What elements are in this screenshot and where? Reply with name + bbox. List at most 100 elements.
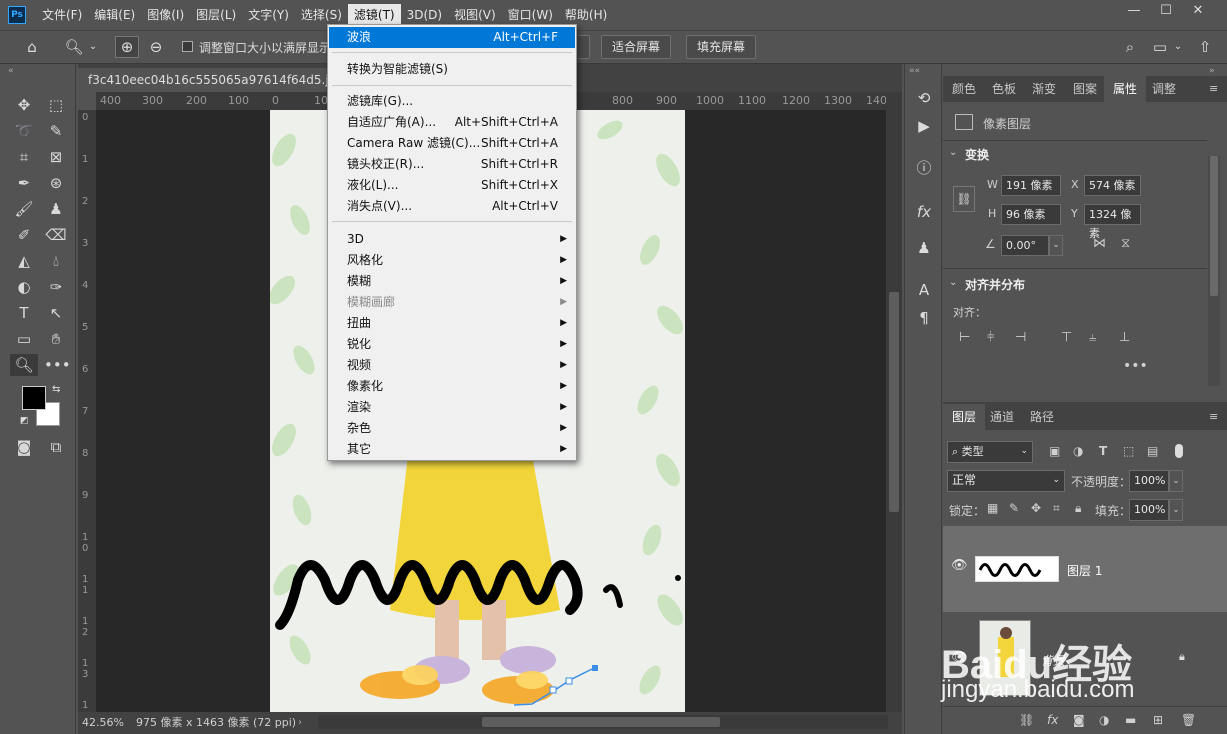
properties-scrollbar[interactable] [1208,156,1220,386]
info-panel-icon[interactable]: ⓘ [913,158,935,178]
layer-row[interactable]: 👁︎ 图层 1 [943,526,1227,612]
align-bottom-icon[interactable]: ⊥ [1119,330,1130,345]
brush-tool-icon[interactable]: 🖌︎ [12,198,36,220]
fill-dropdown-icon[interactable]: ⌄ [1169,499,1183,521]
menu-item-video[interactable]: 视频 ▶ [329,355,575,376]
paragraph-panel-icon[interactable]: ¶ [913,308,935,328]
lock-all-icon[interactable]: 🔒︎ [1075,501,1081,516]
filter-pixel-icon[interactable]: ▣ [1049,444,1060,458]
angle-field[interactable]: 0.00° [1001,235,1049,256]
path-select-tool-icon[interactable]: ↖ [44,302,68,324]
menu-item-3d[interactable]: 3D ▶ [329,229,575,250]
menu-item-lens-correction[interactable]: 镜头校正(R)... Shift+Ctrl+R [329,154,575,175]
quick-select-tool-icon[interactable]: ✎ [44,120,68,142]
layers-menu-icon[interactable]: ≡ [1209,410,1218,423]
menu-file[interactable]: 文件(F) [36,4,88,26]
quick-mask-icon[interactable]: ◙ [12,436,36,458]
resize-window-checkbox[interactable] [182,41,193,52]
tab-channels[interactable]: 通道 [981,404,1023,430]
add-mask-icon[interactable]: ◙ [1073,713,1085,727]
x-field[interactable]: 574 像素 [1084,175,1141,196]
menu-edit[interactable]: 编辑(E) [88,4,141,26]
more-tools-icon[interactable]: ••• [44,354,71,376]
tab-paths[interactable]: 路径 [1021,404,1063,430]
menu-image[interactable]: 图像(I) [141,4,190,26]
opacity-dropdown-icon[interactable]: ⌄ [1169,470,1183,492]
delete-layer-icon[interactable]: 🗑︎ [1181,713,1196,727]
swap-colors-icon[interactable]: ⇆ [52,384,60,395]
chevron-down-icon[interactable]: ⌄ [86,37,100,57]
eraser-tool-icon[interactable]: ⌫ [44,224,68,246]
search-icon[interactable]: ⌕ [1120,37,1140,57]
vertical-scrollbar[interactable] [886,92,902,712]
properties-scroll-thumb[interactable] [1210,156,1218,296]
blur-tool-icon[interactable]: 💧︎ [44,250,68,272]
new-adjustment-icon[interactable]: ◑ [1099,713,1109,727]
patch-tool-icon[interactable]: ⊛ [44,172,68,194]
opacity-field[interactable]: 100% [1129,470,1169,492]
minimize-button[interactable]: — [1118,0,1150,22]
new-group-icon[interactable]: ▬ [1125,713,1136,727]
menu-item-pixelate[interactable]: 像素化 ▶ [329,376,575,397]
filter-adjust-icon[interactable]: ◑ [1073,444,1083,458]
marquee-tool-icon[interactable]: ⬚ [44,94,68,116]
menu-item-other[interactable]: 其它 ▶ [329,439,575,460]
filter-toggle-icon[interactable] [1175,444,1183,458]
default-colors-icon[interactable]: ◩ [20,416,29,426]
fx-panel-icon[interactable]: fx [913,202,935,222]
menu-help[interactable]: 帮助(H) [559,4,613,26]
clone-source-icon[interactable]: ♟ [913,238,935,258]
visibility-eye-icon[interactable]: 👁︎ [951,558,968,573]
lock-paint-icon[interactable]: ✎ [1009,501,1019,515]
gradient-tool-icon[interactable]: ◭ [12,250,36,272]
fill-screen-button[interactable]: 填充屏幕 [686,35,757,59]
stamp-tool-icon[interactable]: ♟ [44,198,68,220]
lock-artboard-icon[interactable]: ⌗ [1053,501,1060,516]
workspace-chevron-icon[interactable]: ⌄ [1172,37,1184,57]
filter-type-icon[interactable]: T [1099,444,1107,458]
menu-item-adaptive-wide-angle[interactable]: 自适应广角(A)... Alt+Shift+Ctrl+A [329,112,575,133]
menu-item-blur[interactable]: 模糊 ▶ [329,271,575,292]
menu-item-sharpen[interactable]: 锐化 ▶ [329,334,575,355]
menu-item-stylize[interactable]: 风格化 ▶ [329,250,575,271]
tab-gradients[interactable]: 渐变 [1023,76,1065,102]
collapse-arrows-icon[interactable]: « [8,66,14,76]
filter-smart-icon[interactable]: ▤ [1147,444,1158,458]
crop-tool-icon[interactable]: ⌗ [12,146,36,168]
history-panel-icon[interactable]: ⟲ [913,88,935,108]
zoom-level[interactable]: 42.56% [82,712,124,734]
workspace-icon[interactable]: ▭ [1150,37,1170,57]
menu-item-filter-gallery[interactable]: 滤镜库(G)... [329,91,575,112]
layer-filter-select[interactable]: ⌕ 类型 ⌄ [947,441,1033,463]
align-left-icon[interactable]: ⊢ [959,330,970,345]
menu-item-camera-raw[interactable]: Camera Raw 滤镜(C)... Shift+Ctrl+A [329,133,575,154]
panel-menu-icon[interactable]: ≡ [1209,82,1218,95]
character-panel-icon[interactable]: A [913,280,935,300]
align-right-icon[interactable]: ⊣ [1015,330,1026,345]
rectangle-tool-icon[interactable]: ▭ [12,328,36,350]
lasso-tool-icon[interactable]: ➰ [12,120,36,142]
align-top-icon[interactable]: ⊤ [1061,330,1072,345]
document-tab[interactable]: f3c410eec04b16c555065a97614f64d5.jpg @ 4 [78,68,328,92]
zoom-tool-icon[interactable]: 🔍︎ [64,37,84,57]
flip-horizontal-icon[interactable]: ⋈ [1093,236,1106,251]
menu-layer[interactable]: 图层(L) [190,4,242,26]
blend-mode-select[interactable]: 正常 ⌄ [947,470,1065,492]
tab-color[interactable]: 颜色 [943,76,985,102]
foreground-color-swatch[interactable] [22,386,46,410]
menu-select[interactable]: 选择(S) [295,4,348,26]
menu-item-render[interactable]: 渲染 ▶ [329,397,575,418]
height-field[interactable]: 96 像素 [1001,204,1061,225]
zoom-out-icon[interactable]: ⊖ [144,37,168,57]
collapse-right-icon[interactable]: » [1209,66,1215,76]
lock-transparent-icon[interactable]: ▦ [987,501,998,515]
screen-mode-icon[interactable]: ⧉ [44,436,68,458]
tab-swatches[interactable]: 色板 [983,76,1025,102]
tab-layers[interactable]: 图层 [943,404,986,430]
history-brush-tool-icon[interactable]: ✐ [12,224,36,246]
horizontal-scroll-thumb[interactable] [482,717,720,727]
tab-patterns[interactable]: 图案 [1064,76,1106,102]
collapse-strip-icon[interactable]: «« [909,66,920,76]
frame-tool-icon[interactable]: ⊠ [44,146,68,168]
dodge-tool-icon[interactable]: ◐ [12,276,36,298]
